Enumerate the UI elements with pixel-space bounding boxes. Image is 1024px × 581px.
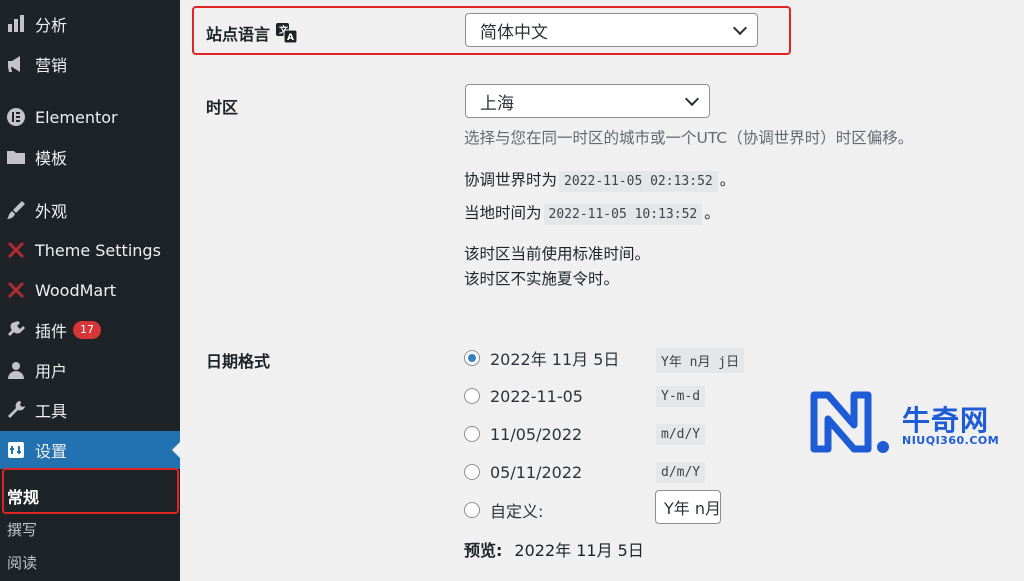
woodmart-x-icon: [6, 280, 26, 300]
logo-subtitle: NIUQI360.COM: [902, 434, 1000, 447]
sidebar-item-label: 外观: [35, 202, 68, 221]
date-format-option-label: 自定义:: [490, 502, 544, 521]
date-format-code: Y年 n月 j日: [656, 348, 745, 373]
svg-text:A: A: [287, 33, 294, 43]
user-icon: [6, 360, 26, 380]
timezone-select[interactable]: 上海: [465, 84, 710, 118]
date-format-option[interactable]: 11/05/2022: [464, 422, 582, 446]
date-format-option-label: 11/05/2022: [490, 424, 583, 444]
local-time-prefix: 当地时间为: [464, 204, 542, 222]
timezone-note-standard: 该时区当前使用标准时间。: [464, 245, 651, 263]
sidebar-item-elementor[interactable]: Elementor: [0, 98, 180, 136]
chevron-down-icon: [732, 20, 748, 36]
preview-label: 预览:: [464, 541, 503, 560]
sidebar-item-plugins[interactable]: 插件 17: [0, 311, 180, 349]
site-language-select[interactable]: 简体中文: [465, 13, 758, 47]
logo-mark-icon: [810, 391, 889, 453]
update-count-badge: 17: [73, 321, 102, 339]
sidebar-item-marketing[interactable]: 营销: [0, 45, 180, 83]
brush-icon: [6, 200, 26, 220]
sidebar-item-label: 分析: [35, 16, 68, 35]
date-format-option-custom[interactable]: 自定义:: [464, 498, 543, 522]
wrench-icon: [6, 400, 26, 420]
sidebar-item-templates[interactable]: 模板: [0, 138, 180, 176]
sidebar-item-label: Theme Settings: [35, 240, 161, 260]
radio-button[interactable]: [464, 426, 480, 442]
sidebar-item-label: 插件: [35, 322, 68, 341]
local-time-suffix: 。: [704, 204, 720, 222]
sidebar-item-label: 模板: [35, 149, 68, 168]
settings-icon: [6, 440, 26, 460]
sidebar-item-label: 工具: [35, 402, 68, 421]
site-language-value: 简体中文: [480, 22, 548, 43]
sidebar-item-label: Elementor: [35, 107, 118, 127]
chevron-down-icon: [684, 91, 700, 107]
site-language-label-text: 站点语言: [206, 25, 271, 44]
sidebar-item-woodmart[interactable]: WoodMart: [0, 271, 180, 309]
translate-icon: 文A: [276, 23, 298, 43]
highlight-box-general: [2, 468, 179, 514]
utc-time-line: 协调世界时为 2022-11-05 02:13:52。: [464, 168, 736, 192]
sidebar-item-label: 用户: [35, 362, 68, 381]
timezone-note-dst: 该时区不实施夏令时。: [464, 270, 620, 288]
utc-time-prefix: 协调世界时为: [464, 171, 558, 189]
sidebar-item-label: 设置: [35, 442, 68, 461]
submenu-item-reading[interactable]: 阅读: [0, 547, 180, 577]
radio-button[interactable]: [464, 388, 480, 404]
date-format-option[interactable]: 05/11/2022: [464, 460, 582, 484]
date-format-option[interactable]: 2022年 11月 5日: [464, 346, 619, 370]
folder-icon: [6, 147, 26, 167]
elementor-icon: [6, 107, 26, 127]
plugin-icon: [6, 320, 26, 340]
site-language-label: 站点语言 文A: [206, 21, 298, 45]
date-format-code: d/m/Y: [656, 462, 706, 483]
sidebar-item-appearance[interactable]: 外观: [0, 191, 180, 229]
preview-value: 2022年 11月 5日: [514, 541, 644, 560]
date-format-option-label: 2022年 11月 5日: [490, 350, 620, 369]
sidebar-item-settings[interactable]: 设置: [0, 431, 180, 469]
sidebar-item-tools[interactable]: 工具: [0, 391, 180, 429]
sidebar-item-label: 营销: [35, 56, 68, 75]
timezone-description: 选择与您在同一时区的城市或一个UTC（协调世界时）时区偏移。: [464, 129, 914, 147]
date-format-label: 日期格式: [206, 352, 271, 371]
date-format-option-label: 2022-11-05: [490, 386, 583, 406]
utc-time-suffix: 。: [719, 171, 736, 189]
utc-time-value: 2022-11-05 02:13:52: [559, 171, 718, 192]
local-time-line: 当地时间为 2022-11-05 10:13:52。: [464, 201, 720, 225]
timezone-label: 时区: [206, 98, 239, 117]
timezone-value: 上海: [480, 93, 514, 114]
sidebar-item-label: WoodMart: [35, 280, 117, 300]
date-format-code: m/d/Y: [656, 424, 706, 445]
logo-title: 牛奇网: [902, 404, 990, 437]
date-format-preview: 预览: 2022年 11月 5日: [464, 537, 644, 561]
radio-button[interactable]: [464, 502, 480, 518]
woodmart-x-icon: [6, 240, 26, 260]
submenu-item-writing[interactable]: 撰写: [0, 514, 180, 544]
watermark-logo: 牛奇网 NIUQI360.COM: [810, 387, 1020, 457]
sidebar-item-theme-settings[interactable]: Theme Settings: [0, 231, 180, 269]
sidebar-item-analytics[interactable]: 分析: [0, 5, 180, 43]
date-format-code: Y-m-d: [656, 386, 706, 407]
local-time-value: 2022-11-05 10:13:52: [543, 204, 703, 225]
date-format-option[interactable]: 2022-11-05: [464, 384, 583, 408]
radio-button[interactable]: [464, 464, 480, 480]
custom-date-format-input[interactable]: Y年 n月 j日: [655, 490, 721, 524]
megaphone-icon: [6, 54, 26, 74]
bar-chart-icon: [6, 14, 26, 34]
sidebar-item-users[interactable]: 用户: [0, 351, 180, 389]
radio-button-checked[interactable]: [464, 350, 480, 366]
date-format-option-label: 05/11/2022: [490, 462, 583, 482]
